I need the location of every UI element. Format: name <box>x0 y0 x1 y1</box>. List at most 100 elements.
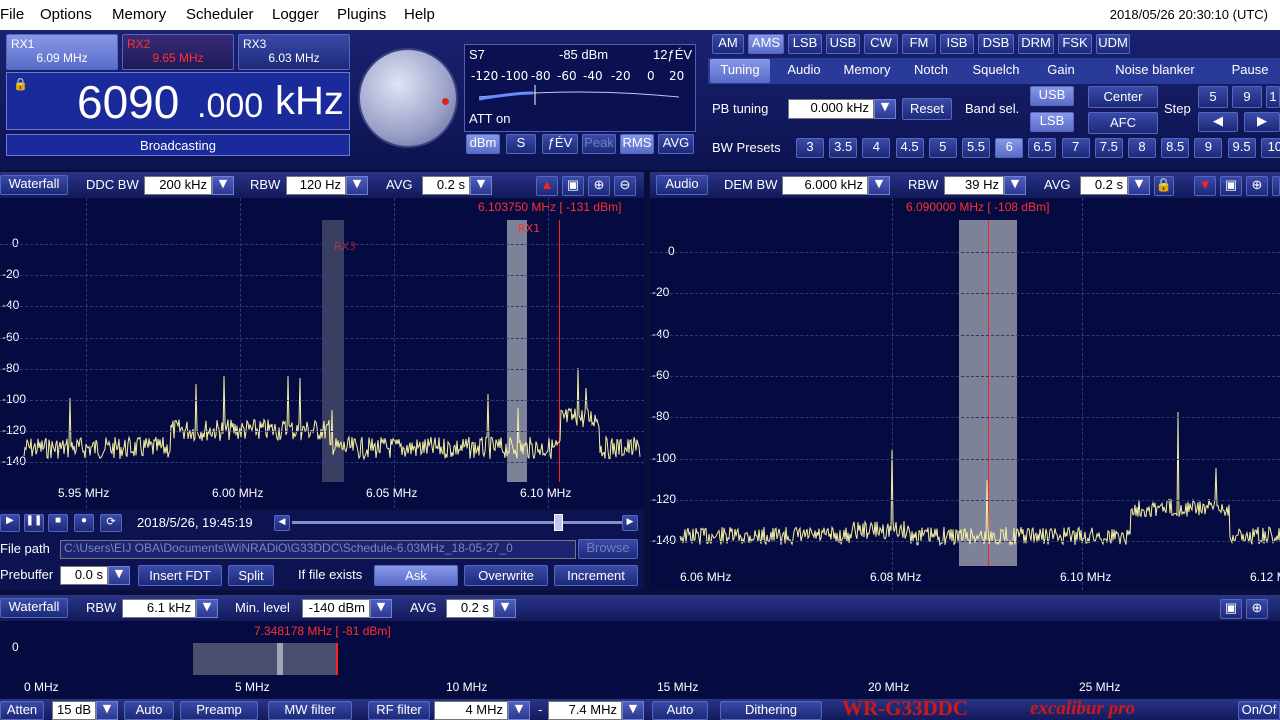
ddc-bw-input[interactable]: 200 kHz <box>144 176 212 195</box>
tab-pause[interactable]: Pause <box>1220 59 1280 83</box>
prebuffer-dropdown[interactable]: ▼ <box>108 566 130 585</box>
bw-preset-button[interactable]: 7.5 <box>1094 138 1123 158</box>
step-5-button[interactable]: 5 <box>1198 86 1228 108</box>
min-level-input[interactable]: -140 dBm <box>302 599 370 618</box>
save-icon[interactable]: ▣ <box>562 176 584 196</box>
file-path-input[interactable]: C:\Users\EIJ OBA\Documents\WiNRADiO\G33D… <box>60 540 576 559</box>
wideband-avg-input[interactable]: 0.2 s <box>446 599 494 618</box>
mw-filter-button[interactable]: MW filter <box>268 701 352 720</box>
lock-icon[interactable]: 🔒 <box>13 77 28 91</box>
mode-ams-button[interactable]: AMS <box>748 34 784 54</box>
audio-avg-input[interactable]: 0.2 s <box>1080 176 1128 195</box>
rx3-tab[interactable]: RX3 6.03 MHz <box>238 34 350 70</box>
zoom-out-icon[interactable]: ⊖ <box>614 176 636 196</box>
atten-button[interactable]: Atten <box>0 701 44 720</box>
record-icon[interactable]: ● <box>74 514 94 532</box>
bw-preset-button[interactable]: 6 <box>995 138 1024 158</box>
peak-hold-icon[interactable]: ▲ <box>536 176 558 196</box>
reset-button[interactable]: Reset <box>902 98 952 120</box>
rf-auto-button[interactable]: Auto <box>652 701 708 720</box>
atten-auto-button[interactable]: Auto <box>124 701 174 720</box>
bw-preset-button[interactable]: 8.5 <box>1161 138 1190 158</box>
increment-button[interactable]: Increment <box>554 565 638 586</box>
mode-lsb-button[interactable]: LSB <box>788 34 822 54</box>
rx1-tab[interactable]: RX1 6.09 MHz <box>6 34 118 70</box>
frequency-display[interactable]: 🔒 6090 .000 kHz <box>6 72 350 130</box>
step-left-icon[interactable]: ◀ <box>1198 112 1238 132</box>
avg-dropdown[interactable]: ▼ <box>470 176 492 195</box>
rf-filter-low-input[interactable]: 4 MHz <box>434 701 508 720</box>
bw-preset-button[interactable]: 10 <box>1260 138 1280 158</box>
bw-preset-button[interactable]: 9 <box>1194 138 1223 158</box>
mode-fm-button[interactable]: FM <box>902 34 936 54</box>
audio-avg-dropdown[interactable]: ▼ <box>1128 176 1150 195</box>
min-level-dropdown[interactable]: ▼ <box>370 599 392 618</box>
audio-spectrum-plot[interactable]: 6.090000 MHz [ -108 dBm] 0 -20 -40 -60 -80 -1… <box>650 198 1280 590</box>
center-button[interactable]: Center <box>1088 86 1158 108</box>
seek-left-icon[interactable]: ◀ <box>274 515 290 531</box>
loop-icon[interactable]: ⟳ <box>100 514 122 532</box>
seek-right-icon[interactable]: ▶ <box>622 515 638 531</box>
overwrite-button[interactable]: Overwrite <box>464 565 548 586</box>
on-off-button[interactable]: On/Of <box>1238 701 1280 720</box>
step-9-button[interactable]: 9 <box>1232 86 1262 108</box>
menu-plugins[interactable]: Plugins <box>337 6 386 23</box>
stop-icon[interactable]: ■ <box>48 514 68 532</box>
zoom-in-icon[interactable]: ⊕ <box>588 176 610 196</box>
avg-input[interactable]: 0.2 s <box>422 176 470 195</box>
seek-thumb[interactable] <box>554 514 563 531</box>
menu-logger[interactable]: Logger <box>272 6 319 23</box>
pb-tuning-input[interactable]: 0.000 kHz <box>788 99 874 119</box>
mode-fsk-button[interactable]: FSK <box>1058 34 1092 54</box>
tab-notch[interactable]: Notch <box>900 59 962 83</box>
audio-rbw-dropdown[interactable]: ▼ <box>1004 176 1026 195</box>
menu-options[interactable]: Options <box>40 6 92 23</box>
wideband-save-icon[interactable]: ▣ <box>1220 599 1242 619</box>
rbw-input[interactable]: 120 Hz <box>286 176 346 195</box>
ddc-bw-dropdown[interactable]: ▼ <box>212 176 234 195</box>
wideband-spectrum-plot[interactable]: 7.348178 MHz [ -81 dBm] 0 0 MHz 5 MHz 10 M… <box>0 621 1280 697</box>
tab-squelch[interactable]: Squelch <box>966 59 1026 83</box>
tab-gain[interactable]: Gain <box>1030 59 1092 83</box>
wideband-rbw-dropdown[interactable]: ▼ <box>196 599 218 618</box>
menu-help[interactable]: Help <box>404 6 435 23</box>
bw-preset-button[interactable]: 8 <box>1128 138 1156 158</box>
browse-button[interactable]: Browse <box>578 539 638 559</box>
split-button[interactable]: Split <box>228 565 274 586</box>
mode-isb-button[interactable]: ISB <box>940 34 974 54</box>
mode-am-button[interactable]: AM <box>712 34 744 54</box>
audio-zoom-out-icon[interactable] <box>1272 176 1280 196</box>
rf-filter-high-dropdown[interactable]: ▼ <box>622 701 644 720</box>
step-right-icon[interactable]: ▶ <box>1244 112 1280 132</box>
tab-tuning[interactable]: Tuning <box>710 59 770 83</box>
afc-button[interactable]: AFC <box>1088 112 1158 134</box>
bw-preset-button[interactable]: 6.5 <box>1028 138 1057 158</box>
mode-drm-button[interactable]: DRM <box>1018 34 1054 54</box>
pause-icon[interactable]: ❚❚ <box>24 514 44 532</box>
rf-filter-low-dropdown[interactable]: ▼ <box>508 701 530 720</box>
audio-button[interactable]: Audio <box>656 175 708 195</box>
tab-audio[interactable]: Audio <box>774 59 834 83</box>
bw-preset-button[interactable]: 9.5 <box>1227 138 1256 158</box>
audio-zoom-icon[interactable]: ⊕ <box>1246 176 1268 196</box>
bw-preset-button[interactable]: 4 <box>862 138 891 158</box>
menu-file[interactable]: File <box>0 6 24 23</box>
mode-dsb-button[interactable]: DSB <box>978 34 1014 54</box>
atten-input[interactable]: 15 dB <box>52 701 96 720</box>
dithering-button[interactable]: Dithering <box>720 701 822 720</box>
audio-rbw-input[interactable]: 39 Hz <box>944 176 1004 195</box>
bw-preset-button[interactable]: 7 <box>1061 138 1090 158</box>
wideband-avg-dropdown[interactable]: ▼ <box>494 599 516 618</box>
play-icon[interactable]: ▶ <box>0 514 20 532</box>
prebuffer-input[interactable]: 0.0 s <box>60 566 108 585</box>
preamp-button[interactable]: Preamp <box>180 701 258 720</box>
audio-lock-icon[interactable]: 🔒 <box>1154 176 1174 196</box>
mode-usb-button[interactable]: USB <box>826 34 860 54</box>
menu-memory[interactable]: Memory <box>112 6 166 23</box>
mode-udm-button[interactable]: UDM <box>1096 34 1130 54</box>
tab-noise-blanker[interactable]: Noise blanker <box>1096 59 1214 83</box>
band-lsb-button[interactable]: LSB <box>1030 112 1074 132</box>
waterfall-button[interactable]: Waterfall <box>0 175 68 195</box>
rx2-tab[interactable]: RX2 9.65 MHz <box>122 34 234 70</box>
step-1-button[interactable]: 1 <box>1266 86 1280 108</box>
